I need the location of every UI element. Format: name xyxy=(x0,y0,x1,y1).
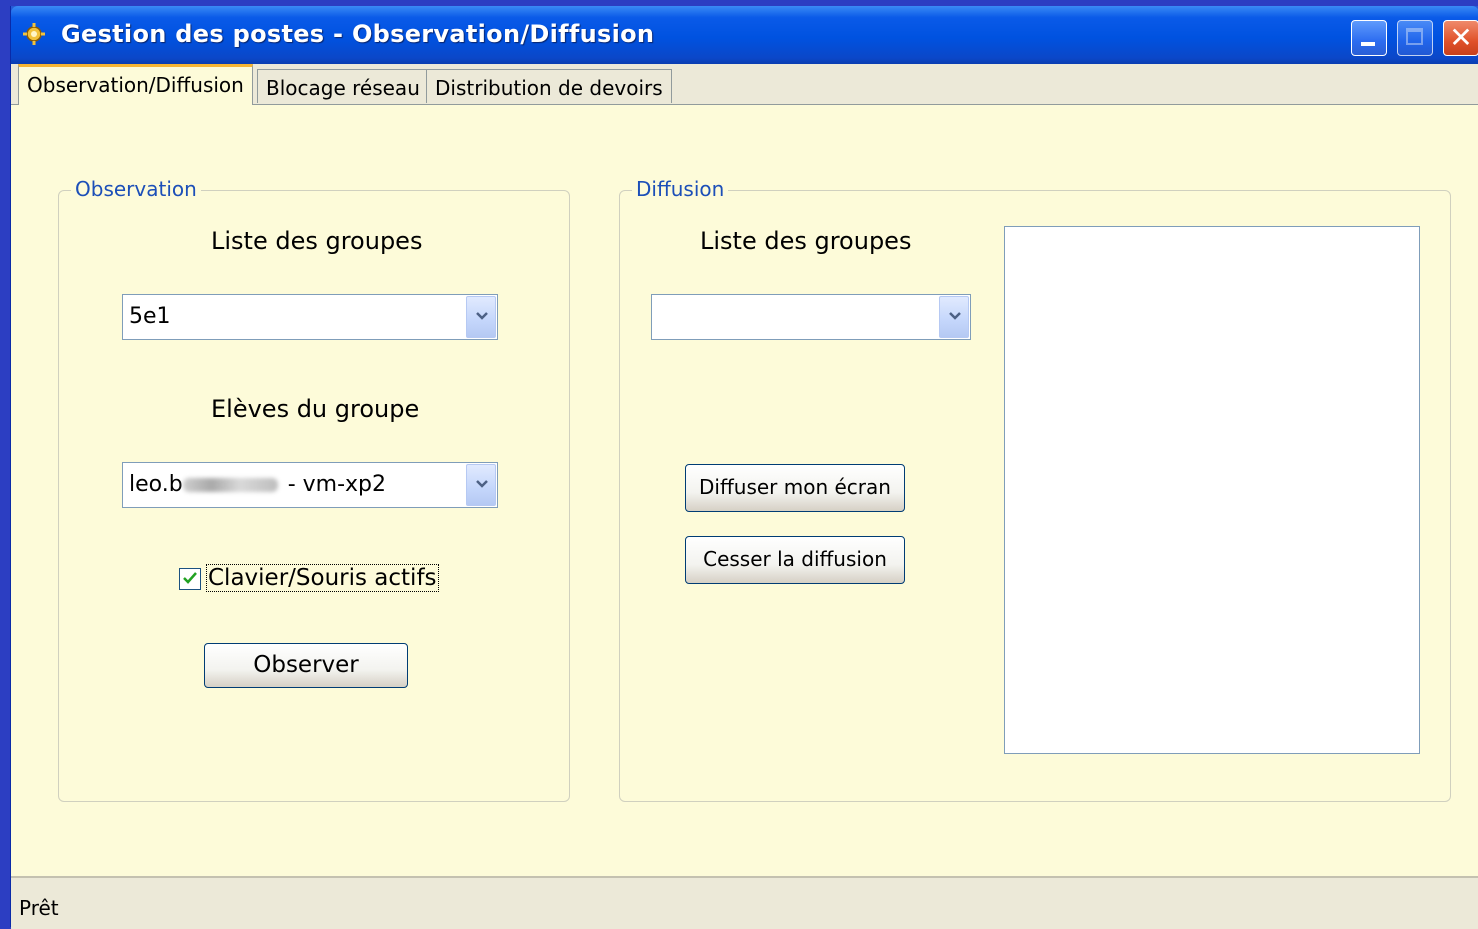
status-text: Prêt xyxy=(19,896,59,920)
close-icon: ✕ xyxy=(1449,21,1473,54)
chevron-down-icon xyxy=(949,312,961,320)
title-bar[interactable]: Gestion des postes - Observation/Diffusi… xyxy=(11,6,1478,64)
status-bar: Prêt xyxy=(11,876,1478,929)
diffusion-group-dropdown-button[interactable] xyxy=(939,296,969,338)
observation-legend: Observation xyxy=(71,177,201,201)
tab-blocage-reseau[interactable]: Blocage réseau xyxy=(257,69,429,103)
observation-group-value: 5e1 xyxy=(129,304,171,329)
window-title: Gestion des postes - Observation/Diffusi… xyxy=(61,20,655,48)
keyboard-mouse-label[interactable]: Clavier/Souris actifs xyxy=(206,564,439,592)
minimize-icon xyxy=(1361,42,1375,46)
close-button[interactable]: ✕ xyxy=(1443,20,1478,56)
main-window: Gestion des postes - Observation/Diffusi… xyxy=(10,6,1478,929)
stop-broadcast-button[interactable]: Cesser la diffusion xyxy=(685,536,905,584)
maximize-button xyxy=(1397,20,1433,56)
checkmark-icon xyxy=(183,572,197,584)
observation-group-select[interactable]: 5e1 xyxy=(122,294,498,340)
keyboard-mouse-checkbox[interactable] xyxy=(179,568,201,590)
diffusion-listbox[interactable] xyxy=(1004,226,1420,754)
tab-distribution-devoirs[interactable]: Distribution de devoirs xyxy=(426,69,672,103)
observation-group-dropdown-button[interactable] xyxy=(466,296,496,338)
chevron-down-icon xyxy=(476,312,488,320)
student-value: leo.b - vm-xp2 xyxy=(129,472,386,497)
observation-group: Observation Liste des groupes 5e1 Elèves… xyxy=(58,177,570,802)
diffusion-group-select[interactable] xyxy=(651,294,971,340)
tab-observation-diffusion[interactable]: Observation/Diffusion xyxy=(18,64,253,105)
maximize-icon xyxy=(1406,28,1423,45)
redacted-name-blur xyxy=(182,478,278,492)
app-gear-icon xyxy=(23,23,45,45)
observation-groups-label: Liste des groupes xyxy=(211,227,423,255)
minimize-button[interactable] xyxy=(1351,20,1387,56)
chevron-down-icon xyxy=(476,480,488,488)
student-dropdown-button[interactable] xyxy=(466,464,496,506)
tab-strip: Observation/Diffusion Blocage réseau Dis… xyxy=(11,64,1478,105)
diffusion-legend: Diffusion xyxy=(632,177,729,201)
broadcast-screen-button[interactable]: Diffuser mon écran xyxy=(685,464,905,512)
students-label: Elèves du groupe xyxy=(211,395,420,423)
student-select[interactable]: leo.b - vm-xp2 xyxy=(122,462,498,508)
student-value-suffix: - vm-xp2 xyxy=(287,472,386,497)
student-value-prefix: leo.b xyxy=(129,472,183,497)
tab-content: Observation Liste des groupes 5e1 Elèves… xyxy=(11,104,1478,877)
observe-button[interactable]: Observer xyxy=(204,643,408,688)
diffusion-groups-label: Liste des groupes xyxy=(700,227,912,255)
diffusion-group: Diffusion Liste des groupes Diffuser mon… xyxy=(619,177,1451,802)
